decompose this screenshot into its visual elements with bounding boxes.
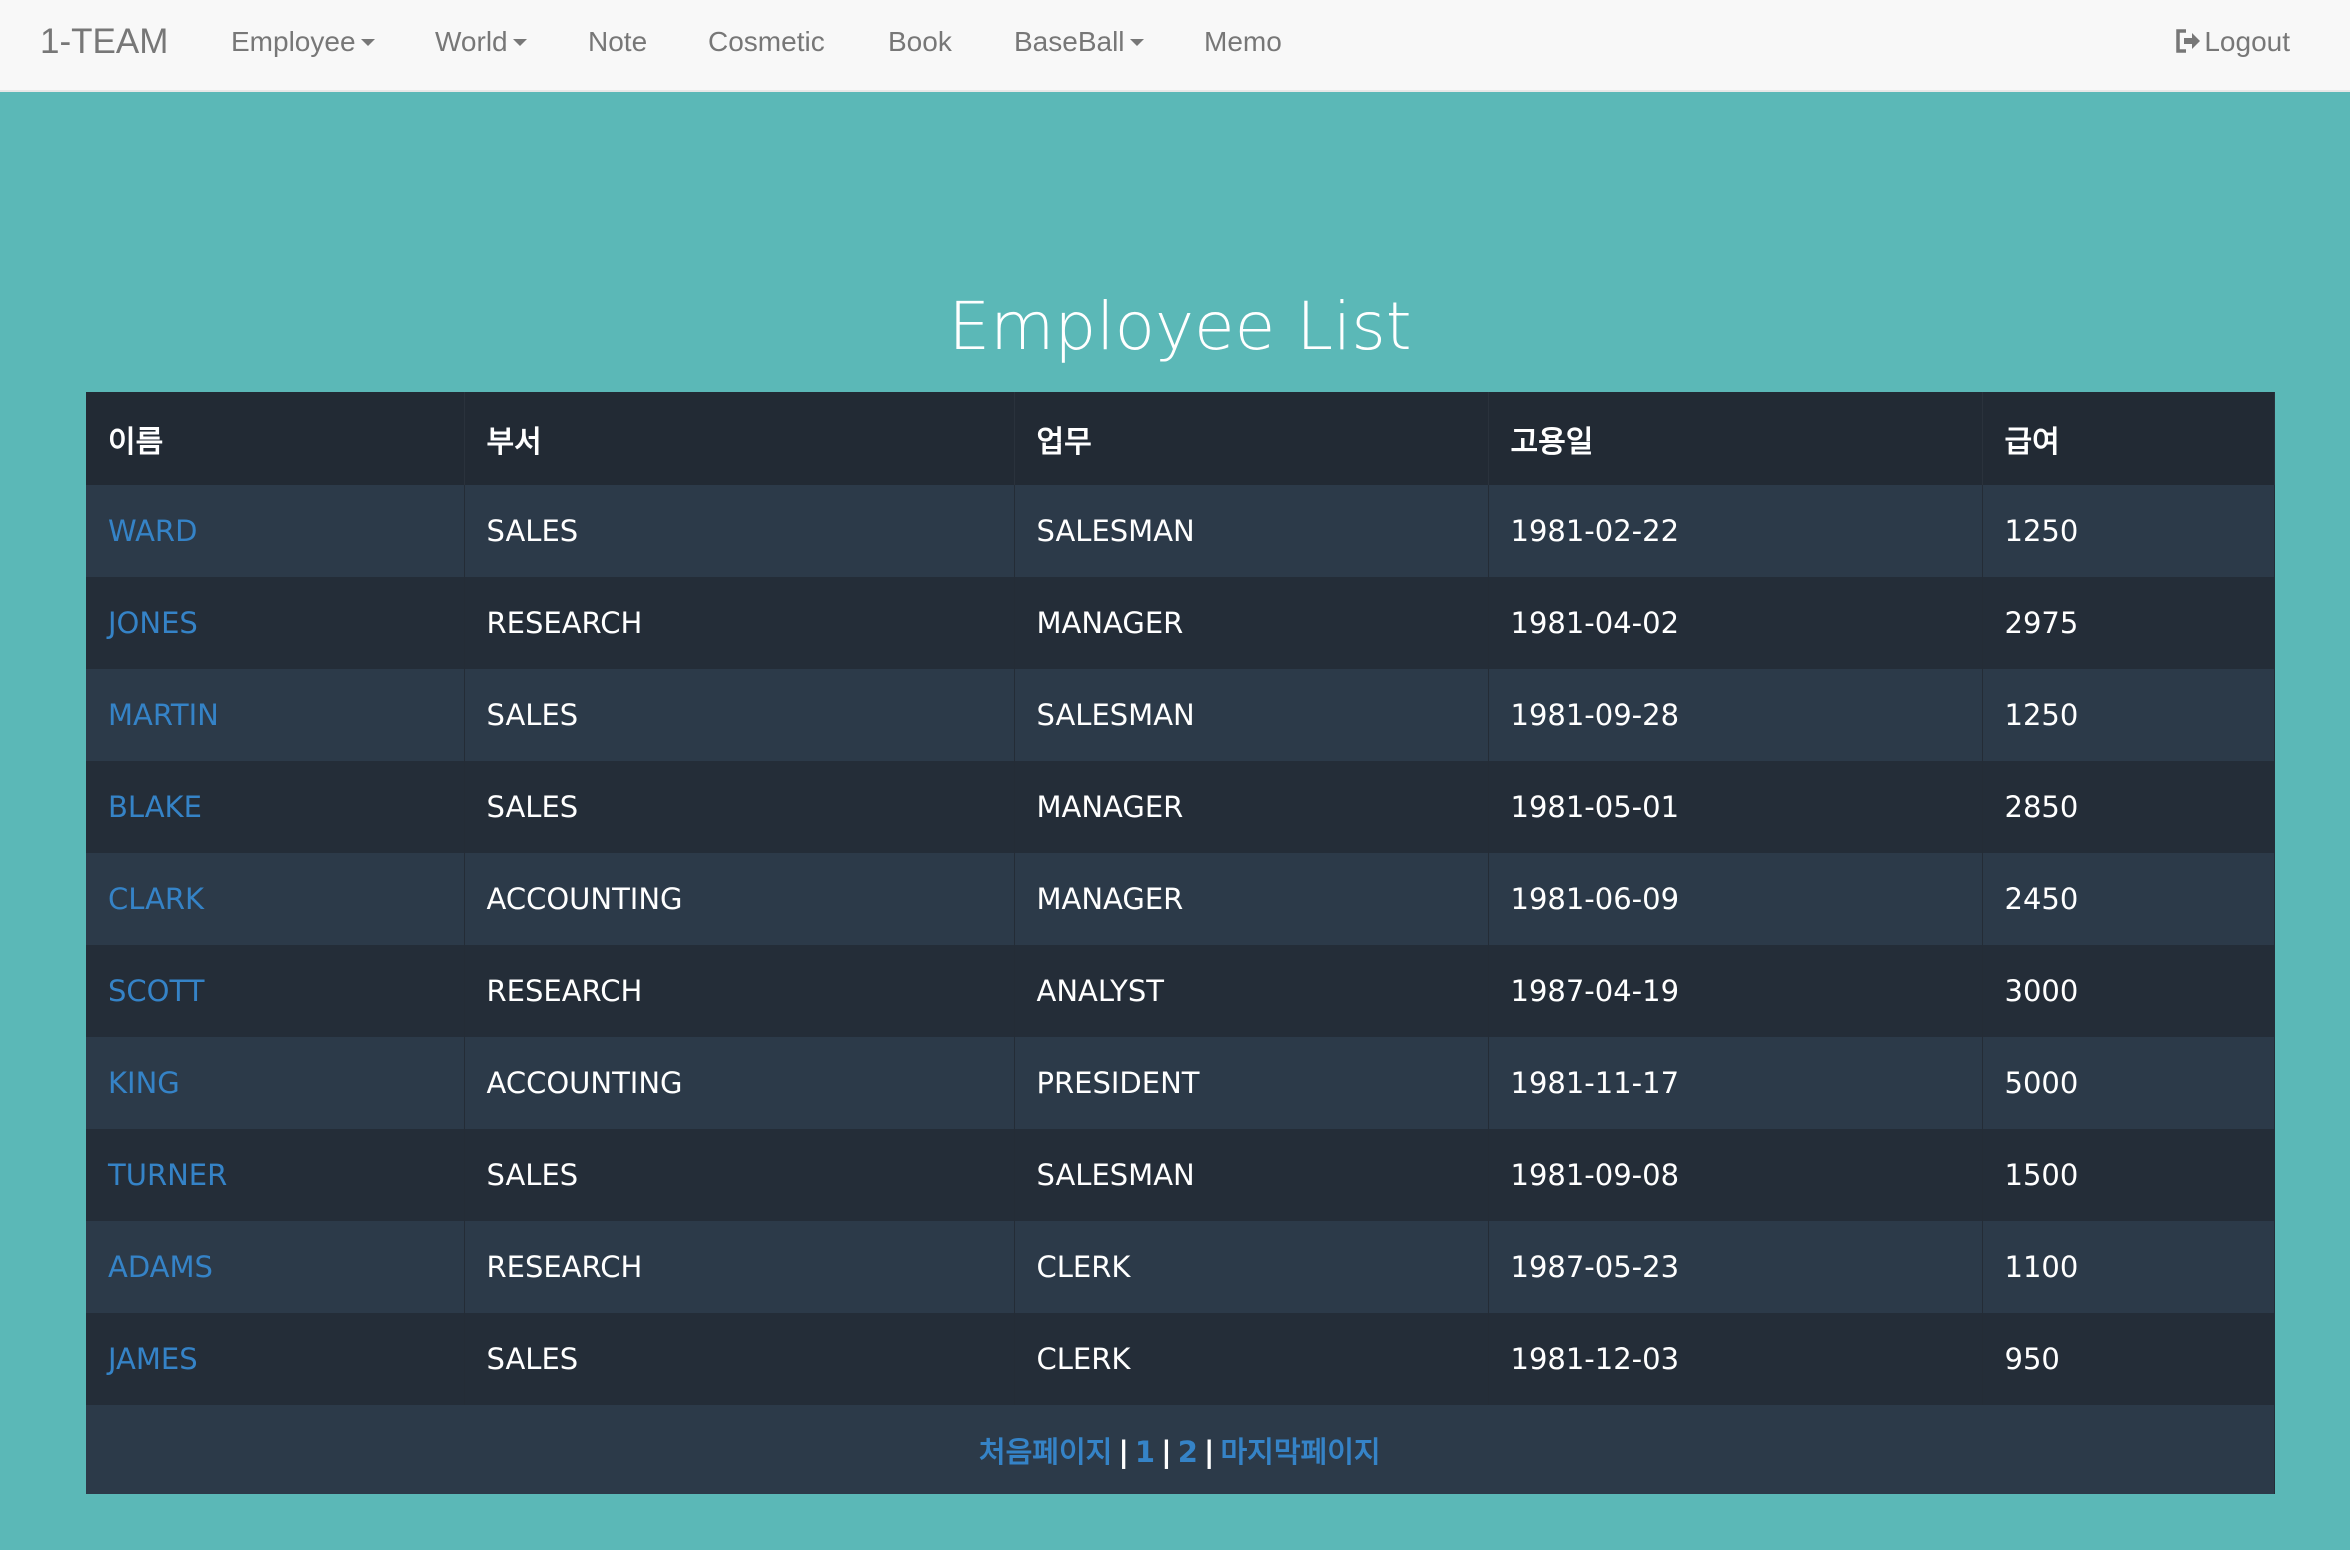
nav-note-link[interactable]: Note (588, 0, 647, 84)
caret-down-icon (1129, 38, 1144, 46)
job-cell: CLERK (1014, 1221, 1489, 1313)
last-page-link[interactable]: 마지막페이지 (1220, 1435, 1380, 1469)
salary-cell: 5000 (1982, 1037, 2275, 1129)
employee-name-link[interactable]: ADAMS (86, 1221, 465, 1313)
department-cell: RESEARCH (464, 945, 1015, 1037)
department-cell: SALES (464, 485, 1015, 577)
page-link-2[interactable]: 2 (1178, 1435, 1198, 1469)
salary-cell: 2450 (1982, 853, 2275, 945)
hire-date-cell: 1987-04-19 (1488, 945, 1983, 1037)
job-cell: SALESMAN (1014, 669, 1489, 761)
table-row: ADAMS RESEARCH CLERK 1987-05-23 1100 (86, 1221, 2275, 1313)
employee-name-link[interactable]: CLARK (86, 853, 465, 945)
header-job: 업무 (1014, 392, 1489, 485)
table-row: BLAKE SALES MANAGER 1981-05-01 2850 (86, 761, 2275, 853)
caret-down-icon (512, 38, 527, 46)
employee-name-link[interactable]: SCOTT (86, 945, 465, 1037)
table-row: KING ACCOUNTING PRESIDENT 1981-11-17 500… (86, 1037, 2275, 1129)
employee-name-link[interactable]: MARTIN (86, 669, 465, 761)
employee-table: 이름 부서 업무 고용일 급여 WARD SALES SALESMAN 1981… (86, 392, 2275, 1494)
nav-memo-link[interactable]: Memo (1204, 0, 1282, 84)
hire-date-cell: 1987-05-23 (1488, 1221, 1983, 1313)
table-header-row: 이름 부서 업무 고용일 급여 (86, 392, 2275, 485)
nav-baseball-dropdown[interactable]: BaseBall (1014, 0, 1144, 84)
table-row: JONES RESEARCH MANAGER 1981-04-02 2975 (86, 577, 2275, 669)
department-cell: SALES (464, 1129, 1015, 1221)
header-salary: 급여 (1982, 392, 2275, 485)
employee-name-link[interactable]: KING (86, 1037, 465, 1129)
pagination-separator: | (1161, 1434, 1172, 1469)
salary-cell: 3000 (1982, 945, 2275, 1037)
department-cell: ACCOUNTING (464, 853, 1015, 945)
salary-cell: 1500 (1982, 1129, 2275, 1221)
nav-book-link[interactable]: Book (888, 0, 952, 84)
table-row: TURNER SALES SALESMAN 1981-09-08 1500 (86, 1129, 2275, 1221)
nav-world-label: World (435, 26, 508, 57)
job-cell: SALESMAN (1014, 485, 1489, 577)
salary-cell: 2975 (1982, 577, 2275, 669)
salary-cell: 1250 (1982, 485, 2275, 577)
nav-baseball-label: BaseBall (1014, 26, 1125, 57)
hire-date-cell: 1981-09-28 (1488, 669, 1983, 761)
job-cell: MANAGER (1014, 761, 1489, 853)
hire-date-cell: 1981-12-03 (1488, 1313, 1983, 1405)
hire-date-cell: 1981-05-01 (1488, 761, 1983, 853)
header-department: 부서 (464, 392, 1015, 485)
nav-employee-label: Employee (231, 26, 356, 57)
salary-cell: 2850 (1982, 761, 2275, 853)
brand-link[interactable]: 1-TEAM (40, 0, 168, 84)
header-hire-date: 고용일 (1488, 392, 1983, 485)
department-cell: RESEARCH (464, 1221, 1015, 1313)
hire-date-cell: 1981-09-08 (1488, 1129, 1983, 1221)
page-title: Employee List (948, 288, 1412, 365)
pagination: 처음페이지 | 1 | 2 | 마지막페이지 (86, 1405, 2275, 1494)
hire-date-cell: 1981-02-22 (1488, 485, 1983, 577)
table-row: JAMES SALES CLERK 1981-12-03 950 (86, 1313, 2275, 1405)
page-link-1[interactable]: 1 (1135, 1435, 1155, 1469)
table-row: SCOTT RESEARCH ANALYST 1987-04-19 3000 (86, 945, 2275, 1037)
hire-date-cell: 1981-06-09 (1488, 853, 1983, 945)
log-out-icon (2176, 28, 2201, 53)
employee-name-link[interactable]: BLAKE (86, 761, 465, 853)
table-row: CLARK ACCOUNTING MANAGER 1981-06-09 2450 (86, 853, 2275, 945)
department-cell: SALES (464, 1313, 1015, 1405)
nav-cosmetic-link[interactable]: Cosmetic (708, 0, 825, 84)
job-cell: SALESMAN (1014, 1129, 1489, 1221)
salary-cell: 1100 (1982, 1221, 2275, 1313)
job-cell: PRESIDENT (1014, 1037, 1489, 1129)
employee-name-link[interactable]: WARD (86, 485, 465, 577)
hire-date-cell: 1981-04-02 (1488, 577, 1983, 669)
nav-employee-dropdown[interactable]: Employee (231, 0, 375, 84)
hire-date-cell: 1981-11-17 (1488, 1037, 1983, 1129)
department-cell: RESEARCH (464, 577, 1015, 669)
header-name: 이름 (86, 392, 465, 485)
employee-name-link[interactable]: TURNER (86, 1129, 465, 1221)
department-cell: SALES (464, 669, 1015, 761)
department-cell: ACCOUNTING (464, 1037, 1015, 1129)
logout-link[interactable]: Logout (2174, 0, 2290, 84)
job-cell: MANAGER (1014, 853, 1489, 945)
top-navbar: 1-TEAM Employee World Note Cosmetic Book… (0, 0, 2350, 92)
table-row: WARD SALES SALESMAN 1981-02-22 1250 (86, 485, 2275, 577)
salary-cell: 950 (1982, 1313, 2275, 1405)
job-cell: ANALYST (1014, 945, 1489, 1037)
job-cell: MANAGER (1014, 577, 1489, 669)
employee-name-link[interactable]: JAMES (86, 1313, 465, 1405)
pagination-row: 처음페이지 | 1 | 2 | 마지막페이지 (86, 1405, 2275, 1494)
salary-cell: 1250 (1982, 669, 2275, 761)
table-row: MARTIN SALES SALESMAN 1981-09-28 1250 (86, 669, 2275, 761)
nav-world-dropdown[interactable]: World (435, 0, 527, 84)
first-page-link[interactable]: 처음페이지 (979, 1435, 1112, 1469)
pagination-separator: | (1203, 1434, 1215, 1469)
department-cell: SALES (464, 761, 1015, 853)
job-cell: CLERK (1014, 1313, 1489, 1405)
employee-name-link[interactable]: JONES (86, 577, 465, 669)
pagination-separator: | (1118, 1434, 1129, 1469)
logout-label: Logout (2204, 26, 2290, 57)
caret-down-icon (360, 38, 375, 46)
